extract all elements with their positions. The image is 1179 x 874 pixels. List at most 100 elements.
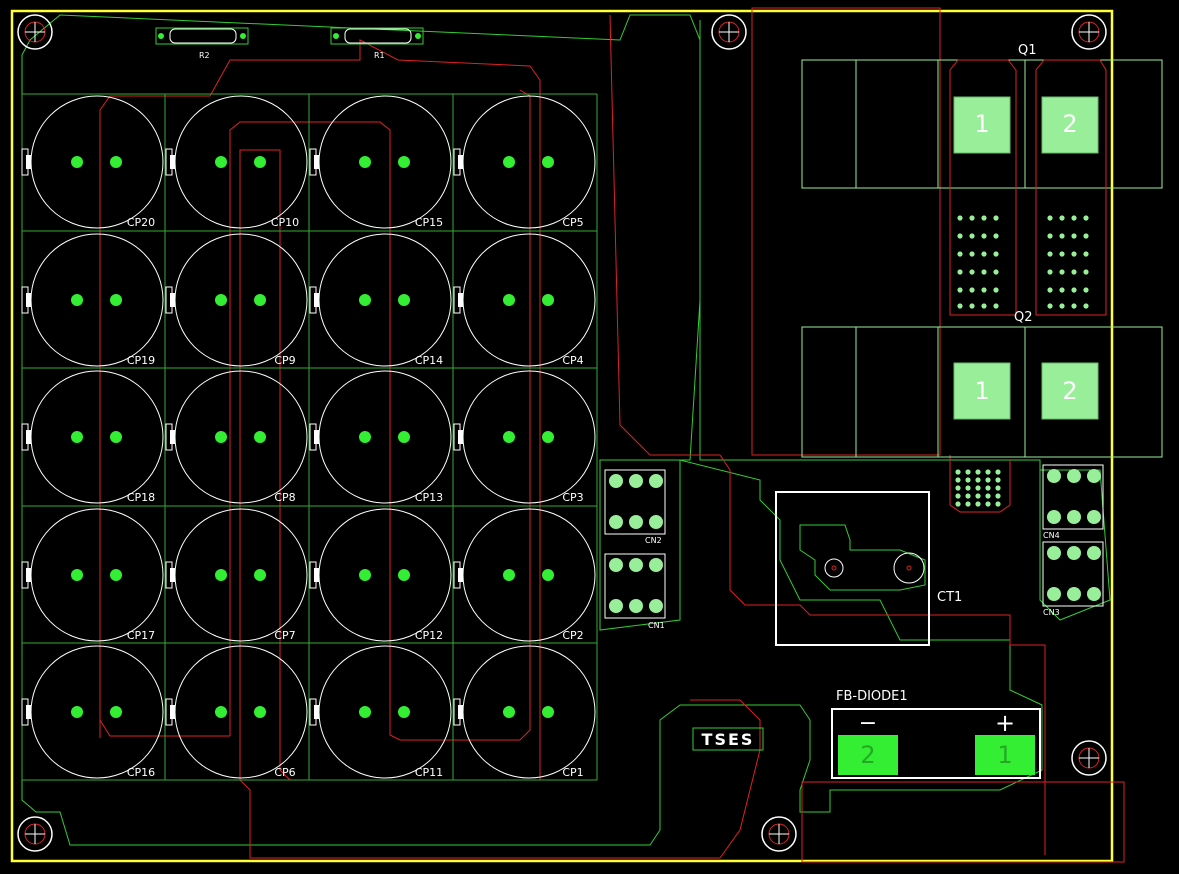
via bbox=[965, 493, 971, 499]
via bbox=[1071, 251, 1077, 257]
via bbox=[1059, 251, 1065, 257]
via bbox=[957, 303, 963, 309]
capacitor-label: CP14 bbox=[415, 354, 443, 367]
via bbox=[993, 251, 999, 257]
diode-label: FB-DIODE1 bbox=[836, 689, 908, 704]
via bbox=[993, 215, 999, 221]
via bbox=[1059, 269, 1065, 275]
via bbox=[1059, 233, 1065, 239]
capacitor-cp18: CP18 bbox=[21, 370, 164, 504]
q2-label: Q2 bbox=[1014, 310, 1033, 325]
bottom-trace-3 bbox=[99, 39, 761, 859]
capacitor-label: CP3 bbox=[562, 491, 583, 504]
capacitor-cp14: CP14 bbox=[309, 233, 452, 367]
transistor-q1: 1 2 Q1 bbox=[801, 43, 1163, 316]
capacitor-label: CP18 bbox=[127, 491, 155, 504]
capacitor-label: CP9 bbox=[274, 354, 295, 367]
via bbox=[1047, 215, 1053, 221]
via bbox=[975, 477, 981, 483]
capacitor-cp9: CP9 bbox=[165, 233, 308, 367]
pcb-layout: CP20 CP10 CP15 CP5 CP19 CP9 CP14 CP4 CP18 CP8 CP13… bbox=[10, 7, 1163, 863]
via bbox=[1047, 303, 1053, 309]
capacitor-cp3: CP3 bbox=[453, 370, 596, 504]
capacitor-label: CP20 bbox=[127, 216, 155, 229]
via bbox=[969, 269, 975, 275]
via bbox=[955, 477, 961, 483]
via bbox=[975, 493, 981, 499]
via bbox=[969, 233, 975, 239]
capacitor-cp7: CP7 bbox=[165, 508, 308, 642]
capacitor-cp11: CP11 bbox=[309, 645, 452, 779]
via bbox=[993, 303, 999, 309]
capacitor-label: CP2 bbox=[562, 629, 583, 642]
ct1-label: CT1 bbox=[937, 590, 962, 605]
mounting-holes bbox=[17, 14, 1107, 852]
capacitor-label: CP7 bbox=[274, 629, 295, 642]
via bbox=[975, 501, 981, 507]
capacitor-label: CP6 bbox=[274, 766, 295, 779]
capacitor-cp4: CP4 bbox=[453, 233, 596, 367]
cn3-label: CN3 bbox=[1043, 608, 1060, 617]
via bbox=[1071, 303, 1077, 309]
via bbox=[957, 233, 963, 239]
q2-via-array bbox=[955, 469, 1001, 507]
capacitor-label: CP4 bbox=[562, 354, 583, 367]
q1-label: Q1 bbox=[1018, 43, 1037, 58]
mounting-hole bbox=[1071, 740, 1107, 776]
via bbox=[1071, 233, 1077, 239]
mounting-hole bbox=[17, 14, 53, 50]
capacitor-cp8: CP8 bbox=[165, 370, 308, 504]
capacitor-cp2: CP2 bbox=[453, 508, 596, 642]
resistor-r1: R1 bbox=[330, 27, 424, 60]
q2-pad1-label: 1 bbox=[974, 377, 989, 405]
via bbox=[955, 501, 961, 507]
capacitor-label: CP11 bbox=[415, 766, 443, 779]
via bbox=[957, 251, 963, 257]
via bbox=[965, 469, 971, 475]
capacitor-label: CP12 bbox=[415, 629, 443, 642]
diode-fb-diode1: 2 1 − + FB-DIODE1 bbox=[831, 689, 1041, 779]
capacitor-cp10: CP10 bbox=[165, 95, 308, 229]
capacitor-label: CP13 bbox=[415, 491, 443, 504]
via bbox=[1059, 215, 1065, 221]
diode-pad2-label: 2 bbox=[860, 741, 875, 769]
capacitor-label: CP16 bbox=[127, 766, 155, 779]
connector-cn2: CN2 bbox=[604, 469, 666, 545]
capacitor-label: CP1 bbox=[562, 766, 583, 779]
via bbox=[1071, 215, 1077, 221]
via bbox=[1059, 287, 1065, 293]
via bbox=[957, 269, 963, 275]
capacitor-cp12: CP12 bbox=[309, 508, 452, 642]
current-transformer-ct1: CT1 bbox=[775, 491, 962, 646]
diode-plus-label: + bbox=[995, 709, 1015, 737]
via bbox=[975, 469, 981, 475]
via bbox=[985, 477, 991, 483]
via bbox=[995, 469, 1001, 475]
via bbox=[1071, 269, 1077, 275]
via bbox=[1083, 215, 1089, 221]
connector-cn1: CN1 bbox=[604, 553, 666, 630]
capacitor-cp1: CP1 bbox=[453, 645, 596, 779]
via bbox=[981, 269, 987, 275]
via bbox=[957, 215, 963, 221]
via bbox=[981, 303, 987, 309]
via bbox=[955, 485, 961, 491]
via bbox=[995, 493, 1001, 499]
via bbox=[981, 215, 987, 221]
board-outline bbox=[10, 9, 1114, 863]
capacitor-cp16: CP16 bbox=[21, 645, 164, 779]
via bbox=[1083, 303, 1089, 309]
capacitor-label: CP19 bbox=[127, 354, 155, 367]
via bbox=[969, 287, 975, 293]
via bbox=[1083, 269, 1089, 275]
q2-pad2-label: 2 bbox=[1062, 377, 1077, 405]
tses-logo: TSES bbox=[692, 727, 764, 751]
via bbox=[969, 251, 975, 257]
via bbox=[1083, 233, 1089, 239]
via bbox=[981, 233, 987, 239]
via bbox=[993, 269, 999, 275]
via bbox=[1047, 233, 1053, 239]
via bbox=[1059, 303, 1065, 309]
q1-via-array bbox=[957, 215, 1089, 309]
q1-pad1-label: 1 bbox=[974, 110, 989, 138]
